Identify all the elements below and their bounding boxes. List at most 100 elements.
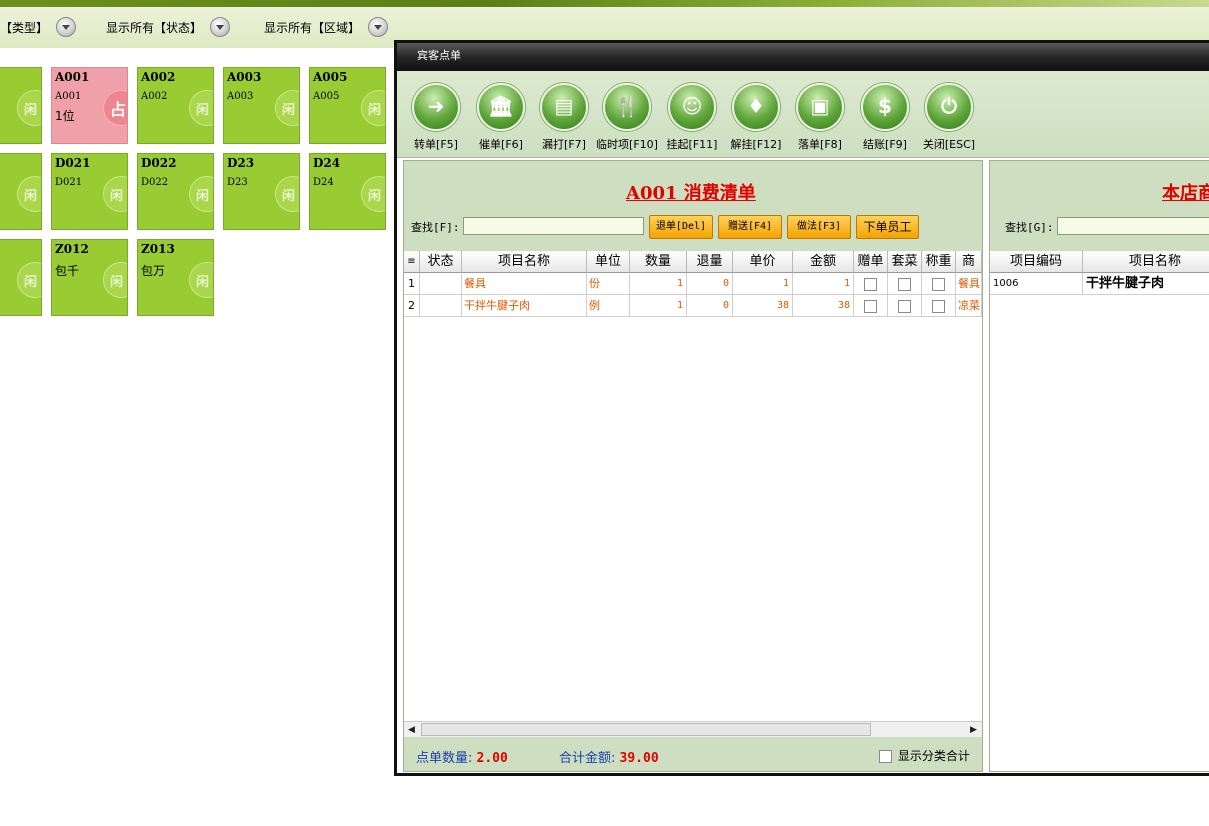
row-qty[interactable]: 1 xyxy=(630,295,687,317)
row-qty[interactable]: 1 xyxy=(630,273,687,295)
area-filter-label: 显示所有【区域】 xyxy=(264,20,361,35)
hold-button[interactable]: ☺ 挂起[F11] xyxy=(660,83,724,152)
column-header[interactable]: 金额 xyxy=(793,251,854,273)
table-tile-z012[interactable]: Z012 包千 闲 xyxy=(51,239,128,316)
row-number: 1 xyxy=(404,273,420,295)
area-filter[interactable]: 显示所有【区域】 xyxy=(264,16,389,38)
gift-checkbox[interactable] xyxy=(854,295,888,317)
column-header[interactable]: 单价 xyxy=(733,251,793,273)
place-order-button[interactable]: ▣ 落单[F8] xyxy=(788,83,852,152)
table-tile-d24[interactable]: D24 D24 闲 xyxy=(309,153,386,230)
menu-item-name[interactable]: 干拌牛腱子肉 xyxy=(1083,273,1209,295)
row-amount[interactable]: 38 xyxy=(793,295,854,317)
toolbar-label: 落单[F8] xyxy=(798,138,842,151)
gift-checkbox[interactable] xyxy=(854,273,888,295)
status-filter[interactable]: 显示所有【状态】 xyxy=(106,16,231,38)
row-selector-icon[interactable]: ≡ xyxy=(404,251,420,273)
power-icon: ⏻ xyxy=(925,83,973,131)
tile-sub: A002 xyxy=(141,91,168,102)
row-status[interactable] xyxy=(420,295,462,317)
top-accent-strip xyxy=(0,0,1209,7)
chevron-down-icon[interactable] xyxy=(210,17,231,37)
table-tile-z013[interactable]: Z013 包万 闲 xyxy=(137,239,214,316)
row-unit[interactable]: 例 xyxy=(587,295,630,317)
row-price[interactable]: 38 xyxy=(733,295,793,317)
table-tile-d23[interactable]: D23 D23 闲 xyxy=(223,153,300,230)
checkout-button[interactable]: $ 结账[F9] xyxy=(853,83,917,152)
toolbar-label: 临时项[F10] xyxy=(596,138,658,151)
scroll-left-icon[interactable]: ◀ xyxy=(408,725,415,735)
toolbar-label: 催单[F6] xyxy=(479,138,523,151)
column-header[interactable]: 退量 xyxy=(687,251,733,273)
idle-badge-icon: 闲 xyxy=(17,176,41,212)
weigh-checkbox[interactable] xyxy=(922,295,956,317)
category-total-checkbox[interactable] xyxy=(879,750,892,763)
table-tile-a001[interactable]: A001 A001 1位 占 xyxy=(51,67,128,144)
menu-search-label: 查找[G]: xyxy=(1005,221,1054,234)
row-returned[interactable]: 0 xyxy=(687,295,733,317)
temp-item-button[interactable]: 🍴 临时项[F10] xyxy=(595,83,659,152)
close-button[interactable]: ⏻ 关闭[ESC] xyxy=(917,83,981,152)
column-header[interactable]: 项目名称 xyxy=(462,251,587,273)
table-tile-a003[interactable]: A003 A003 闲 xyxy=(223,67,300,144)
idle-badge-icon: 闲 xyxy=(275,176,299,212)
gift-button[interactable]: 赠送[F4] xyxy=(718,215,782,239)
tile-code: D23 xyxy=(227,156,255,170)
scroll-right-icon[interactable]: ▶ xyxy=(970,725,977,735)
method-button[interactable]: 做法[F3] xyxy=(787,215,851,239)
total-amount-value: 39.00 xyxy=(619,751,659,766)
row-item-name[interactable]: 餐具 xyxy=(462,273,587,295)
menu-search-input[interactable] xyxy=(1057,217,1209,235)
chevron-down-icon[interactable] xyxy=(368,17,389,37)
table-tile-partial[interactable]: 闲 xyxy=(0,153,42,230)
set-checkbox[interactable] xyxy=(888,295,922,317)
weigh-checkbox[interactable] xyxy=(922,273,956,295)
row-item-name[interactable]: 干拌牛腱子肉 xyxy=(462,295,587,317)
set-checkbox[interactable] xyxy=(888,273,922,295)
column-header[interactable]: 单位 xyxy=(587,251,630,273)
scrollbar-thumb[interactable] xyxy=(421,723,871,736)
column-header[interactable]: 称重 xyxy=(922,251,956,273)
category-total-toggle[interactable]: 显示分类合计 xyxy=(879,747,970,764)
transfer-button[interactable]: ➜ 转单[F5] xyxy=(404,83,468,152)
row-unit[interactable]: 份 xyxy=(587,273,630,295)
row-amount[interactable]: 1 xyxy=(793,273,854,295)
toolbar-label: 转单[F5] xyxy=(414,138,458,151)
tile-code: D021 xyxy=(55,156,91,170)
table-tile-partial[interactable]: 闲 xyxy=(0,67,42,144)
reprint-button[interactable]: ▤ 漏打[F7] xyxy=(532,83,596,152)
table-tile-a002[interactable]: A002 A002 闲 xyxy=(137,67,214,144)
table-tile-a005[interactable]: A005 A005 闲 xyxy=(309,67,386,144)
forward-arrow-icon: ➜ xyxy=(412,83,460,131)
table-tile-d021[interactable]: D021 D021 闲 xyxy=(51,153,128,230)
bill-panel: A001 消费清单 查找[F]: 退单[Del] 赠送[F4] 做法[F3] 下… xyxy=(403,160,983,772)
bill-title: A001 消费清单 xyxy=(626,183,756,204)
row-category[interactable]: 餐具 xyxy=(956,273,982,295)
column-header[interactable]: 状态 xyxy=(420,251,462,273)
row-returned[interactable]: 0 xyxy=(687,273,733,295)
occupied-badge-icon: 占 xyxy=(103,90,127,126)
tile-sub: A003 xyxy=(227,91,254,102)
table-tile-partial[interactable]: 闲 xyxy=(0,239,42,316)
bill-search-input[interactable] xyxy=(463,217,644,235)
column-header[interactable]: 数量 xyxy=(630,251,687,273)
menu-item-code[interactable]: 1006 xyxy=(990,273,1083,295)
row-status[interactable] xyxy=(420,273,462,295)
horizontal-scrollbar[interactable]: ◀ ▶ xyxy=(404,721,982,738)
type-filter[interactable]: 【类型】 xyxy=(0,16,77,38)
column-header[interactable]: 套菜 xyxy=(888,251,922,273)
row-price[interactable]: 1 xyxy=(733,273,793,295)
column-header[interactable]: 商 xyxy=(956,251,982,273)
row-category[interactable]: 凉菜 xyxy=(956,295,982,317)
chevron-down-icon[interactable] xyxy=(56,17,77,37)
column-header[interactable]: 赠单 xyxy=(854,251,888,273)
rush-button[interactable]: 🏛 催单[F6] xyxy=(469,83,533,152)
order-staff-button[interactable]: 下单员工 xyxy=(856,215,919,239)
tile-code: A003 xyxy=(227,70,262,84)
unhold-button[interactable]: ♦ 解挂[F12] xyxy=(724,83,788,152)
return-button[interactable]: 退单[Del] xyxy=(649,215,713,239)
table-tile-d022[interactable]: D022 D022 闲 xyxy=(137,153,214,230)
window-title[interactable]: 宾客点单 xyxy=(397,43,1209,71)
column-header[interactable]: 项目名称 xyxy=(1083,251,1209,273)
column-header[interactable]: 项目编码 xyxy=(990,251,1083,273)
